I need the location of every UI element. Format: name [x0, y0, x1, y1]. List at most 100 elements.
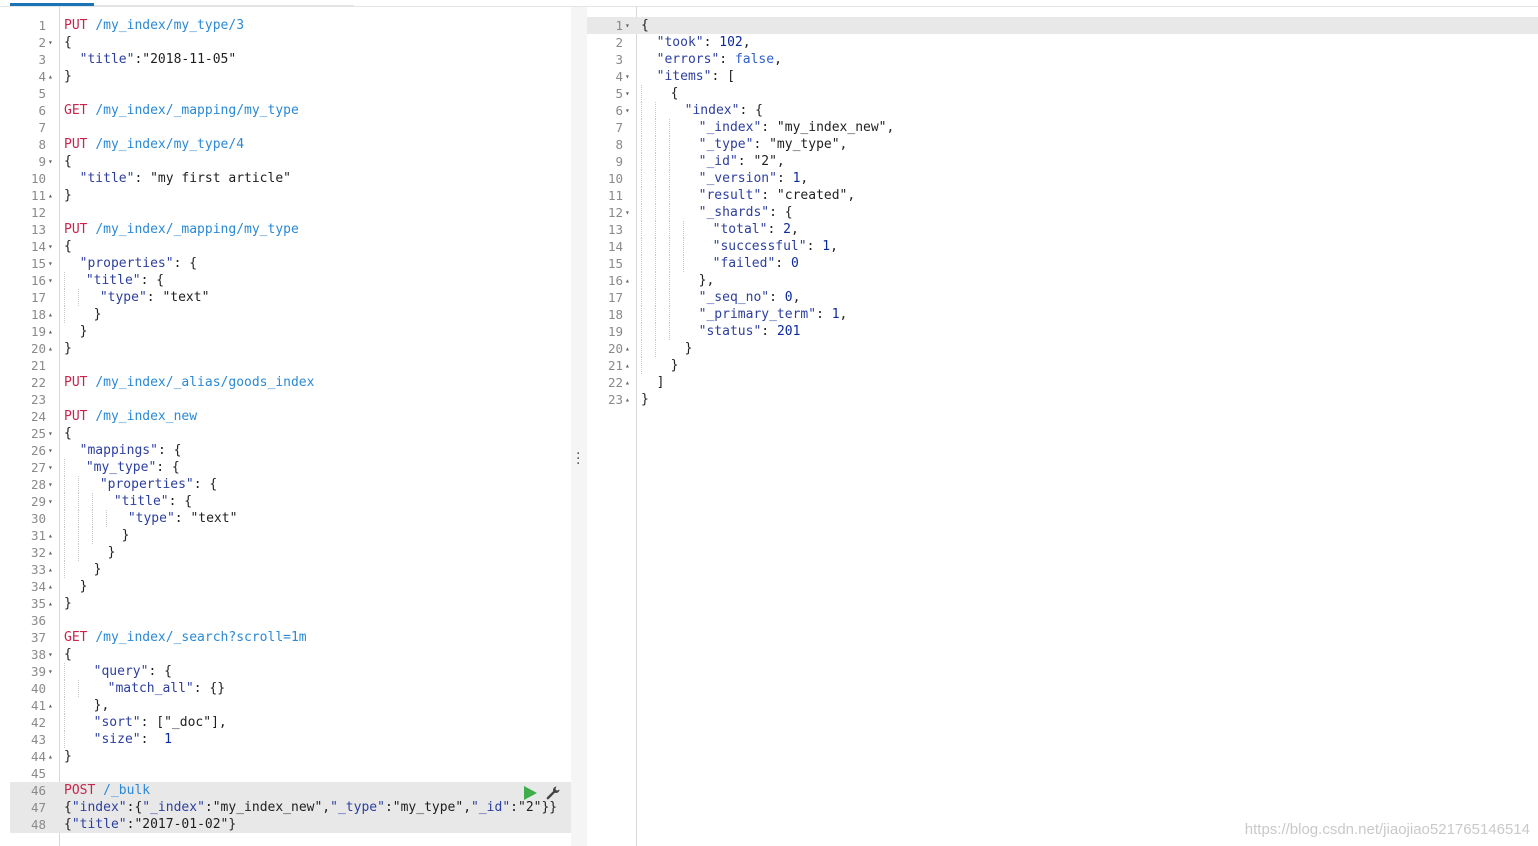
request-line[interactable]: 4 ▴}	[10, 68, 571, 85]
request-line[interactable]: 26 ▾ "mappings": {	[10, 442, 571, 459]
response-line[interactable]: 13 "total": 2,	[587, 221, 1538, 238]
fold-close-icon[interactable]: ▴	[48, 697, 58, 714]
request-line[interactable]: 1 PUT /my_index/my_type/3	[10, 17, 571, 34]
fold-close-icon[interactable]: ▴	[625, 340, 635, 357]
request-line[interactable]: 40 "match_all": {}	[10, 680, 571, 697]
fold-close-icon[interactable]: ▴	[625, 357, 635, 374]
response-line[interactable]: 2 "took": 102,	[587, 34, 1538, 51]
fold-close-icon[interactable]: ▴	[625, 391, 635, 408]
response-line[interactable]: 15 "failed": 0	[587, 255, 1538, 272]
fold-open-icon[interactable]: ▾	[625, 68, 635, 85]
fold-open-icon[interactable]: ▾	[48, 476, 58, 493]
request-line[interactable]: 42 "sort": ["_doc"],	[10, 714, 571, 731]
request-line[interactable]: 20 ▴}	[10, 340, 571, 357]
fold-close-icon[interactable]: ▴	[48, 527, 58, 544]
request-line[interactable]: 8 PUT /my_index/my_type/4	[10, 136, 571, 153]
fold-open-icon[interactable]: ▾	[625, 102, 635, 119]
request-line[interactable]: 2 ▾ {	[10, 34, 571, 51]
request-line[interactable]: 33 ▴ }	[10, 561, 571, 578]
request-line[interactable]: 30 "type": "text"	[10, 510, 571, 527]
fold-open-icon[interactable]: ▾	[625, 17, 635, 34]
request-line[interactable]: 27 ▾ "my_type": {	[10, 459, 571, 476]
request-line[interactable]: 25 ▾ {	[10, 425, 571, 442]
fold-open-icon[interactable]: ▾	[48, 238, 58, 255]
fold-open-icon[interactable]: ▾	[48, 255, 58, 272]
request-line[interactable]: 29 ▾ "title": {	[10, 493, 571, 510]
request-line[interactable]: 17 "type": "text"	[10, 289, 571, 306]
request-line[interactable]: 21	[10, 357, 571, 374]
fold-open-icon[interactable]: ▾	[48, 34, 58, 51]
request-line[interactable]: 11 ▴}	[10, 187, 571, 204]
request-line[interactable]: 10 "title": "my first article"	[10, 170, 571, 187]
request-line[interactable]: 7	[10, 119, 571, 136]
response-line[interactable]: 14 "successful": 1,	[587, 238, 1538, 255]
request-line[interactable]: 13 PUT /my_index/_mapping/my_type	[10, 221, 571, 238]
response-line[interactable]: 19 "status": 201	[587, 323, 1538, 340]
request-line[interactable]: 44 ▴}	[10, 748, 571, 765]
fold-open-icon[interactable]: ▾	[48, 272, 58, 289]
request-line[interactable]: 45	[10, 765, 571, 782]
fold-close-icon[interactable]: ▴	[625, 272, 635, 289]
request-line[interactable]: 23	[10, 391, 571, 408]
response-line[interactable]: 23 ▴}	[587, 391, 1538, 408]
wrench-icon[interactable]	[545, 785, 561, 801]
request-line[interactable]: 41 ▴ },	[10, 697, 571, 714]
fold-open-icon[interactable]: ▾	[48, 459, 58, 476]
request-line[interactable]: 5	[10, 85, 571, 102]
fold-close-icon[interactable]: ▴	[48, 306, 58, 323]
fold-close-icon[interactable]: ▴	[48, 578, 58, 595]
fold-close-icon[interactable]: ▴	[48, 561, 58, 578]
request-line[interactable]: 35 ▴}	[10, 595, 571, 612]
fold-close-icon[interactable]: ▴	[48, 340, 58, 357]
request-line[interactable]: 28 ▾ "properties": {	[10, 476, 571, 493]
request-line[interactable]: 24 PUT /my_index_new	[10, 408, 571, 425]
request-line[interactable]: 34 ▴ }	[10, 578, 571, 595]
request-line[interactable]: 32 ▴ }	[10, 544, 571, 561]
request-line[interactable]: 6 GET /my_index/_mapping/my_type	[10, 102, 571, 119]
response-line[interactable]: 22 ▴ ]	[587, 374, 1538, 391]
request-line[interactable]: 9 ▾ {	[10, 153, 571, 170]
pane-splitter[interactable]	[571, 7, 587, 846]
request-line[interactable]: 22 PUT /my_index/_alias/goods_index	[10, 374, 571, 391]
request-lines[interactable]: 1 PUT /my_index/my_type/3 2 ▾{3 "title":"20…	[10, 17, 571, 833]
response-line[interactable]: 12 ▾ "_shards": {	[587, 204, 1538, 221]
response-line[interactable]: 9 "_id": "2",	[587, 153, 1538, 170]
vertical-dots-icon[interactable]: · · ·	[576, 447, 580, 471]
request-editor[interactable]: 1 PUT /my_index/my_type/3 2 ▾{3 "title":"20…	[10, 7, 571, 846]
response-line[interactable]: 5 ▾ {	[587, 85, 1538, 102]
fold-open-icon[interactable]: ▾	[625, 85, 635, 102]
response-line[interactable]: 20 ▴ }	[587, 340, 1538, 357]
response-line[interactable]: 4 ▾ "items": [	[587, 68, 1538, 85]
request-line[interactable]: 48 {"title":"2017-01-02"}	[10, 816, 571, 833]
request-line[interactable]: 46 POST /_bulk	[10, 782, 571, 799]
request-line[interactable]: 39 ▾ "query": {	[10, 663, 571, 680]
response-line[interactable]: 8 "_type": "my_type",	[587, 136, 1538, 153]
response-line[interactable]: 3 "errors": false,	[587, 51, 1538, 68]
fold-open-icon[interactable]: ▾	[48, 153, 58, 170]
fold-close-icon[interactable]: ▴	[48, 748, 58, 765]
response-line[interactable]: 17 "_seq_no": 0,	[587, 289, 1538, 306]
active-tab-indicator[interactable]	[10, 3, 94, 6]
fold-close-icon[interactable]: ▴	[48, 544, 58, 561]
fold-open-icon[interactable]: ▾	[48, 425, 58, 442]
response-line[interactable]: 11 "result": "created",	[587, 187, 1538, 204]
request-line[interactable]: 12	[10, 204, 571, 221]
request-line[interactable]: 31 ▴ }	[10, 527, 571, 544]
response-line[interactable]: 10 "_version": 1,	[587, 170, 1538, 187]
response-line[interactable]: 16 ▴ },	[587, 272, 1538, 289]
request-line[interactable]: 16 ▾ "title": {	[10, 272, 571, 289]
fold-open-icon[interactable]: ▾	[48, 663, 58, 680]
request-line[interactable]: 36	[10, 612, 571, 629]
response-viewer[interactable]: 1 ▾{2 "took": 102, 3 "errors": false, 4 ▾ "i…	[587, 7, 1538, 846]
fold-close-icon[interactable]: ▴	[48, 68, 58, 85]
request-line[interactable]: 47 {"index":{"_index":"my_index_new","_ty…	[10, 799, 571, 816]
request-line[interactable]: 14 ▾ {	[10, 238, 571, 255]
fold-close-icon[interactable]: ▴	[625, 374, 635, 391]
request-line[interactable]: 38 ▾ {	[10, 646, 571, 663]
request-line[interactable]: 19 ▴ }	[10, 323, 571, 340]
fold-close-icon[interactable]: ▴	[48, 323, 58, 340]
response-line[interactable]: 7 "_index": "my_index_new",	[587, 119, 1538, 136]
fold-open-icon[interactable]: ▾	[625, 204, 635, 221]
fold-close-icon[interactable]: ▴	[48, 595, 58, 612]
request-line[interactable]: 15 ▾ "properties": {	[10, 255, 571, 272]
